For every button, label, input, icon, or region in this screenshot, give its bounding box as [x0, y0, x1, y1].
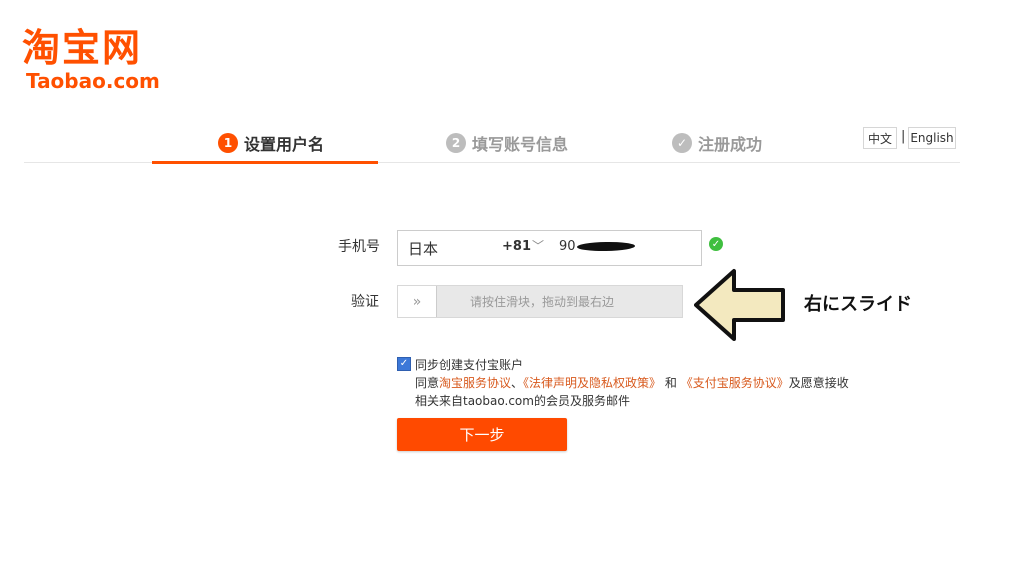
country-name: 日本 — [408, 240, 439, 258]
verify-label: 验证 — [351, 294, 379, 310]
slider-hint: 请按住滑块，拖动到最右边 — [470, 295, 615, 309]
taobao-service-agreement-link[interactable]: 淘宝服务协议 — [439, 376, 511, 390]
check-icon: ✓ — [672, 133, 692, 153]
sync-alipay-label: 同步创建支付宝账户 — [415, 358, 524, 372]
agreement-separator: 、 — [511, 376, 524, 390]
alipay-service-agreement-link[interactable]: 《支付宝服务协议》 — [681, 376, 789, 390]
annotation-text: 右にスライド — [804, 294, 912, 315]
sync-alipay-checkbox[interactable]: ✓ — [397, 357, 411, 371]
step-label: 注册成功 — [698, 135, 763, 154]
next-step-button[interactable]: 下一步 — [397, 418, 567, 451]
step-fill-account-info: 2 填写账号信息 — [446, 128, 568, 158]
agreement-prefix: 同意 — [415, 376, 440, 390]
taobao-logo-cn[interactable]: 淘宝网 — [22, 26, 142, 70]
step-number-2: 2 — [446, 133, 466, 153]
step-number-1: 1 — [218, 133, 238, 153]
lang-chinese-button[interactable]: 中文 — [863, 127, 897, 149]
phone-value: 90 — [559, 239, 576, 254]
country-code: +81 — [502, 239, 531, 254]
agreement-and: 和 — [661, 376, 681, 390]
chevron-down-icon: ﹀ — [532, 239, 545, 253]
step-register-success: ✓ 注册成功 — [672, 128, 762, 158]
redaction-scribble — [576, 241, 636, 252]
step-label: 设置用户名 — [244, 135, 325, 154]
country-select[interactable]: 日本 +81 ﹀ — [397, 230, 552, 266]
left-arrow-annotation-icon — [694, 269, 785, 341]
lang-separator: | — [901, 129, 906, 144]
slider-captcha-track[interactable]: » 请按住滑块，拖动到最右边 — [397, 285, 683, 318]
taobao-logo-en[interactable]: Taobao.com — [26, 70, 160, 92]
slider-handle[interactable]: » — [398, 286, 437, 317]
active-step-indicator — [152, 161, 378, 164]
agreement-line-2: 相关来自taobao.com的会员及服务邮件 — [415, 394, 630, 408]
legal-privacy-policy-link[interactable]: 《法律声明及隐私权政策》 — [523, 376, 661, 390]
phone-input[interactable]: 90 — [550, 230, 702, 266]
agreement-line: 同意淘宝服务协议、《法律声明及隐私权政策》 和 《支付宝服务协议》及愿意接收 — [415, 374, 849, 391]
phone-label: 手机号 — [338, 239, 380, 255]
check-ok-icon: ✓ — [709, 237, 723, 251]
step-set-username: 1 设置用户名 — [218, 128, 324, 158]
step-label: 填写账号信息 — [472, 135, 569, 154]
agreement-suffix: 及愿意接收 — [788, 376, 849, 390]
lang-english-button[interactable]: English — [908, 127, 956, 149]
double-chevron-right-icon: » — [412, 293, 422, 310]
